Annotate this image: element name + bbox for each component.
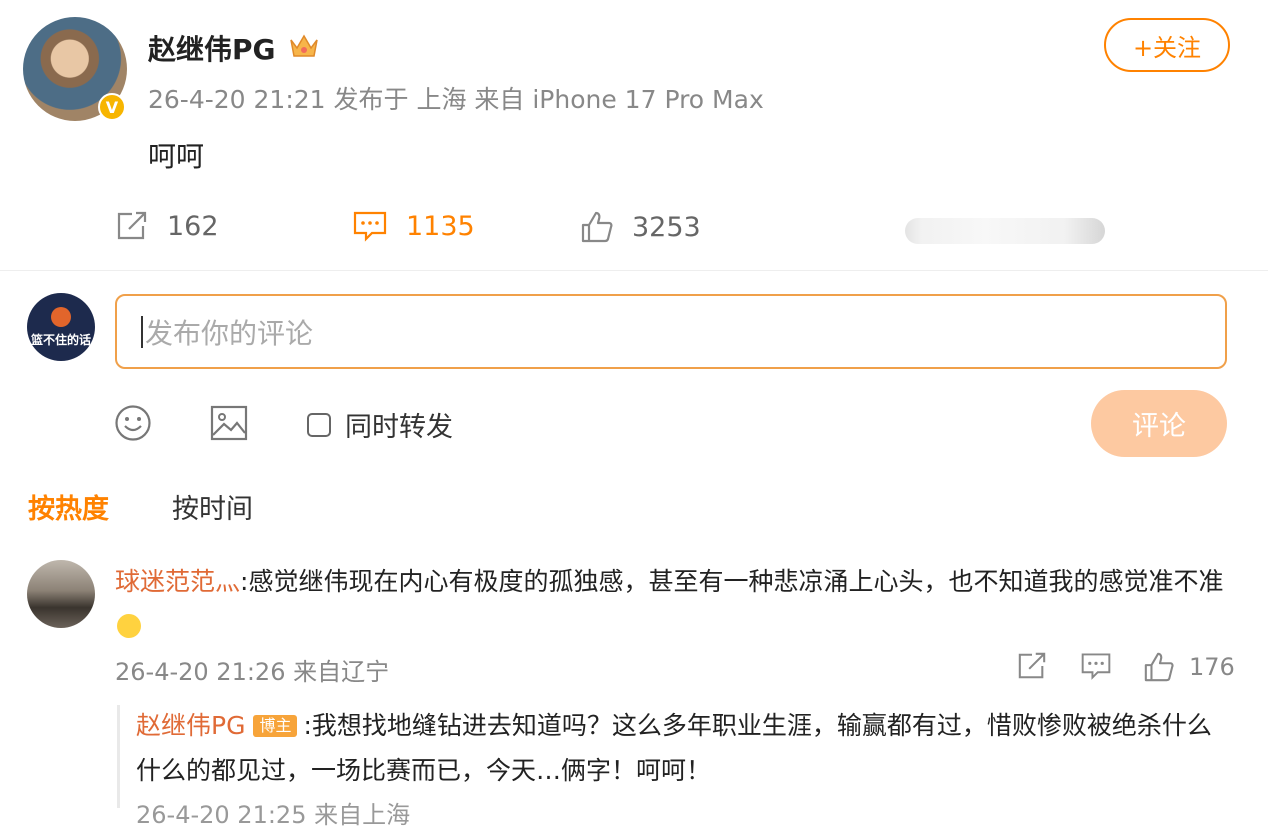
emoji-icon[interactable] [114,404,152,446]
current-user-avatar[interactable]: 篮不住的话 [27,293,95,361]
author-badge: 博主 [253,715,298,737]
like-count: 3253 [632,211,701,243]
comment-icon [353,211,387,242]
like-button[interactable]: 3253 [580,210,701,244]
submit-comment-button[interactable]: 评论 [1091,390,1227,457]
comment-count: 1135 [406,210,475,242]
repost-checkbox[interactable]: 同时转发 [307,405,453,444]
image-icon[interactable] [210,405,248,445]
repost-button[interactable]: 162 [115,210,219,242]
tab-sort-time[interactable]: 按时间 [172,487,253,526]
reply-text: 赵继伟PG 博主:我想找地缝钻进去知道吗？这么多年职业生涯，输赢都有过，惜败惨败被… [136,703,1236,793]
repost-icon [117,211,147,240]
checkbox-icon[interactable] [307,412,331,437]
thumbs-up-icon [581,211,613,243]
avatar-logo-text: 篮不住的话 [30,332,91,347]
comment-reply-button[interactable] [1080,651,1112,681]
reply-meta: 26-4-20 21:25 来自上海 [136,801,411,829]
reply-body: :我想找地缝钻进去知道吗？这么多年职业生涯，输赢都有过，惜败惨败被绝杀什么什么的… [136,711,1212,785]
repost-icon [1018,652,1046,679]
comment-input[interactable]: 发布你的评论 [115,294,1227,369]
commenter-username[interactable]: 球迷范范灬 [115,567,240,596]
comment-meta: 26-4-20 21:26 来自辽宁 [115,658,390,686]
blurred-region [905,218,1105,244]
comment-icon [1081,653,1111,680]
hug-emoji-icon [117,614,141,638]
comment-repost-button[interactable] [1016,651,1048,681]
text-caret [141,315,143,348]
verified-badge-icon: V [98,93,126,121]
tab-sort-hot[interactable]: 按热度 [28,487,109,526]
follow-button[interactable]: +关注 [1104,18,1230,72]
comment-text: 球迷范范灬:感觉继伟现在内心有极度的孤独感，甚至有一种悲凉涌上心头，也不知道我的… [115,560,1225,648]
repost-count: 162 [167,210,219,242]
post-username[interactable]: 赵继伟PG [148,28,276,68]
commenter-avatar[interactable] [27,560,95,628]
comment-button[interactable]: 1135 [352,210,475,242]
divider [0,270,1268,271]
thumbs-up-icon [1144,652,1174,682]
comment-like-count: 176 [1189,653,1235,681]
post-meta: 26-4-20 21:21 发布于 上海 来自 iPhone 17 Pro Ma… [148,85,764,114]
comment-body: :感觉继伟现在内心有极度的孤独感，甚至有一种悲凉涌上心头，也不知道我的感觉准不准 [240,567,1224,596]
comment-like-button[interactable]: 176 [1143,651,1235,683]
repost-checkbox-label: 同时转发 [345,412,453,443]
basketball-icon [51,306,71,327]
post-content: 呵呵 [148,140,205,173]
crown-icon [289,32,319,66]
reply-username[interactable]: 赵继伟PG [136,711,245,740]
comment-placeholder: 发布你的评论 [145,316,314,350]
